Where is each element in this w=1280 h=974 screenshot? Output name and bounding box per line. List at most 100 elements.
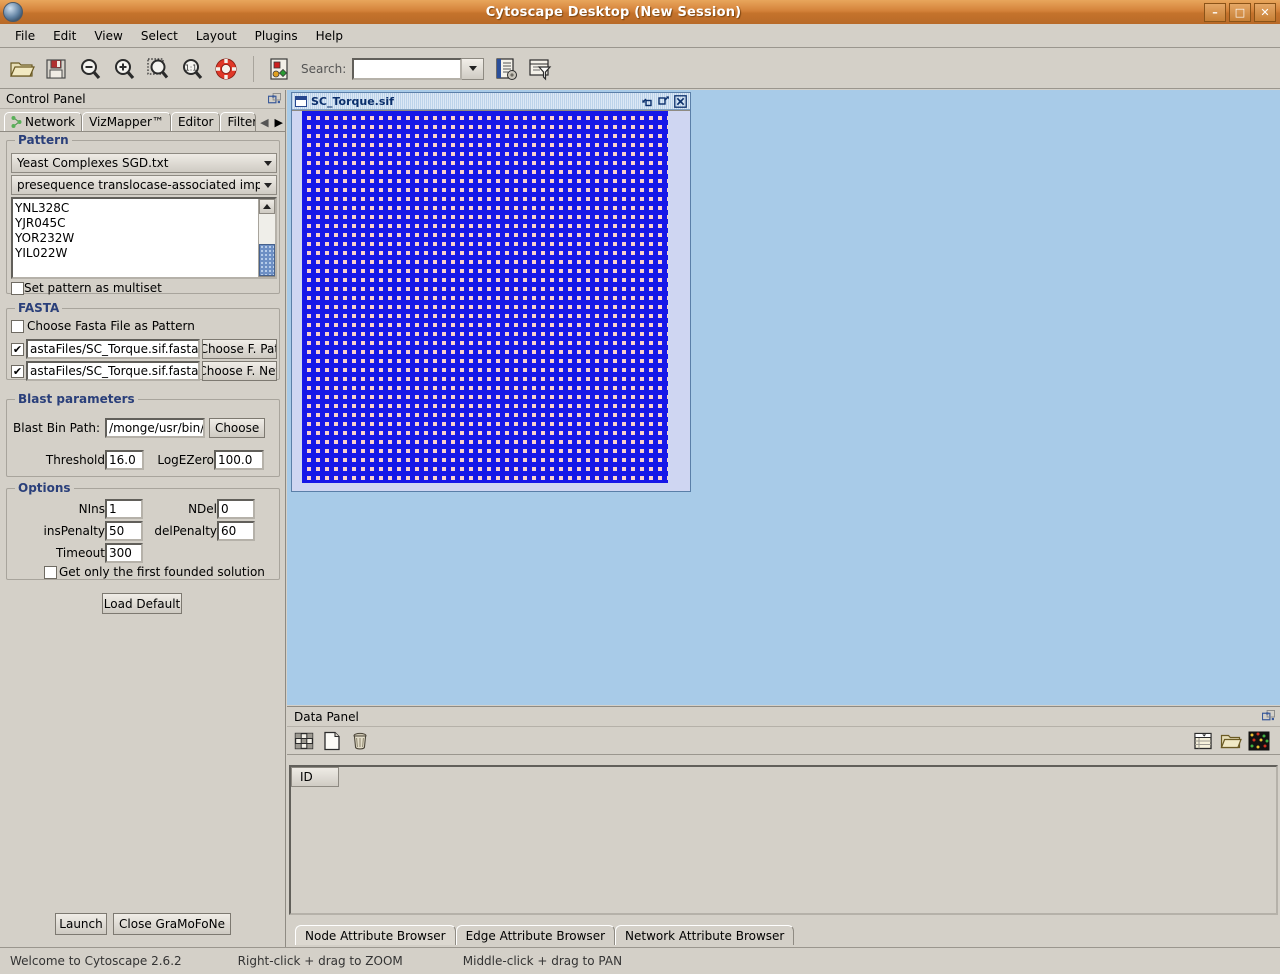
choose-fasta-network-button[interactable]: Choose F. Net [201, 361, 277, 381]
network-frame-titlebar[interactable]: SC_Torque.sif [292, 93, 690, 110]
network-node-grid[interactable] [302, 111, 668, 483]
load-default-button[interactable]: Load Default [102, 593, 182, 614]
tab-filter-label: Filter [227, 115, 257, 129]
menu-select[interactable]: Select [132, 26, 187, 46]
list-item[interactable]: YOR232W [15, 231, 258, 246]
close-gramofone-button[interactable]: Close GraMoFoNe [113, 913, 231, 935]
close-frame-icon[interactable] [674, 94, 687, 108]
network-heatmap-button[interactable] [1247, 729, 1271, 753]
tab-editor[interactable]: Editor [170, 112, 221, 131]
fasta-pattern-checkbox[interactable] [11, 342, 24, 356]
filters-button[interactable] [524, 53, 556, 85]
fasta-network-path-field[interactable]: astaFiles/SC_Torque.sif.fasta [26, 361, 200, 381]
show-control-panel-button[interactable] [263, 53, 295, 85]
chevron-down-icon [260, 182, 276, 188]
ndel-label: NDel [188, 502, 217, 516]
maximize-button[interactable]: □ [1229, 2, 1251, 22]
first-solution-checkbox[interactable] [44, 565, 57, 579]
data-panel-toolbar [287, 727, 1280, 755]
save-icon [46, 58, 66, 79]
search-dropdown-button[interactable] [462, 57, 485, 80]
network-internal-frame[interactable]: SC_Torque.sif [291, 92, 691, 492]
table-export-button[interactable] [1191, 729, 1215, 753]
pattern-complex-combo[interactable]: presequence translocase-associated imp..… [11, 175, 277, 195]
zoom-in-button[interactable] [108, 53, 140, 85]
menu-view[interactable]: View [85, 26, 131, 46]
table-header-row: ID [291, 767, 1276, 787]
zoom-selected-button[interactable] [142, 53, 174, 85]
float-panel-icon[interactable] [268, 92, 281, 106]
multiset-checkbox[interactable] [11, 281, 24, 295]
inspenalty-field[interactable]: 50 [105, 521, 143, 541]
fasta-pattern-path-field[interactable]: astaFiles/SC_Torque.sif.fasta [26, 339, 200, 359]
network-overview-button[interactable] [210, 53, 242, 85]
float-panel-icon[interactable] [1262, 710, 1275, 723]
window-icon [295, 95, 307, 107]
choose-fasta-as-pattern-checkbox[interactable] [11, 319, 24, 333]
scroll-up-button[interactable] [259, 199, 275, 214]
tab-node-attribute-browser-label: Node Attribute Browser [305, 928, 446, 943]
launch-button[interactable]: Launch [55, 913, 107, 935]
status-pan-hint: Middle-click + drag to PAN [462, 954, 623, 968]
tab-edge-attribute-browser[interactable]: Edge Attribute Browser [455, 925, 616, 945]
network-panel-icon [270, 57, 288, 80]
close-button[interactable]: ✕ [1254, 2, 1276, 22]
list-item[interactable]: YNL328C [15, 201, 258, 216]
open-folder-button[interactable] [1219, 729, 1243, 753]
logezero-field[interactable]: 100.0 [214, 450, 264, 470]
tab-network-label: Network [25, 115, 76, 129]
threshold-field[interactable]: 16.0 [105, 450, 144, 470]
menu-file[interactable]: File [6, 26, 44, 46]
zoom-actual-size-button[interactable]: 1:1 [176, 53, 208, 85]
tab-vizmapper[interactable]: VizMapper™ [82, 112, 171, 131]
show-data-panel-button[interactable] [490, 53, 522, 85]
delpenalty-field[interactable]: 60 [217, 521, 255, 541]
network-desktop[interactable]: SC_Torque.sif [287, 90, 1280, 705]
search-combobox[interactable] [352, 57, 485, 80]
open-file-button[interactable] [6, 53, 38, 85]
column-header-id[interactable]: ID [291, 767, 339, 787]
ndel-field[interactable]: 0 [217, 499, 255, 519]
menu-edit[interactable]: Edit [44, 26, 85, 46]
tab-network-attribute-browser-label: Network Attribute Browser [625, 928, 785, 943]
first-solution-row[interactable]: Get only the first founded solution [44, 565, 265, 579]
maximize-frame-icon[interactable] [657, 95, 670, 108]
tab-network[interactable]: Network [4, 112, 83, 131]
select-all-table-button[interactable] [292, 729, 316, 753]
restore-down-icon[interactable] [640, 95, 653, 108]
list-item[interactable]: YJR045C [15, 216, 258, 231]
scrollbar-thumb[interactable] [259, 244, 275, 276]
choose-fasta-pattern-button[interactable]: Choose F. Pat [201, 339, 277, 359]
timeout-field[interactable]: 300 [105, 543, 143, 563]
list-item[interactable]: YIL022W [15, 246, 258, 261]
search-input[interactable] [352, 57, 463, 80]
scrollbar-track[interactable] [259, 214, 275, 276]
choose-fasta-as-pattern-row[interactable]: Choose Fasta File as Pattern [11, 319, 195, 333]
fasta-network-checkbox[interactable] [11, 364, 24, 378]
tab-scroll-left-button[interactable]: ◀ [260, 116, 268, 129]
new-document-button[interactable] [320, 729, 344, 753]
menu-layout[interactable]: Layout [187, 26, 246, 46]
delete-button[interactable] [348, 729, 372, 753]
tab-scroll-right-button[interactable]: ▶ [275, 116, 283, 129]
blast-choose-button[interactable]: Choose [209, 418, 266, 438]
tab-filter[interactable]: Filter [220, 112, 257, 131]
menu-help[interactable]: Help [307, 26, 352, 46]
minimize-button[interactable]: – [1204, 2, 1226, 22]
blast-bin-path-field[interactable]: /monge/usr/bin/ [105, 418, 206, 438]
zoom-out-button[interactable] [74, 53, 106, 85]
pattern-listbox[interactable]: YNL328C YJR045C YOR232W YIL022W [11, 197, 277, 279]
save-button[interactable] [40, 53, 72, 85]
pattern-file-combo[interactable]: Yeast Complexes SGD.txt [11, 153, 277, 173]
tab-node-attribute-browser[interactable]: Node Attribute Browser [295, 925, 456, 945]
multiset-checkbox-row[interactable]: Set pattern as multiset [11, 281, 162, 295]
nins-field[interactable]: 1 [105, 499, 143, 519]
menu-plugins[interactable]: Plugins [246, 26, 307, 46]
attribute-table[interactable]: ID [289, 765, 1278, 915]
network-canvas[interactable] [292, 110, 690, 491]
pattern-list-scrollbar[interactable] [258, 199, 275, 277]
tab-editor-label: Editor [177, 115, 214, 129]
timeout-row: Timeout 300 [13, 543, 275, 563]
tab-network-attribute-browser[interactable]: Network Attribute Browser [615, 925, 795, 945]
data-panel-tabs: Node Attribute Browser Edge Attribute Br… [289, 921, 795, 945]
